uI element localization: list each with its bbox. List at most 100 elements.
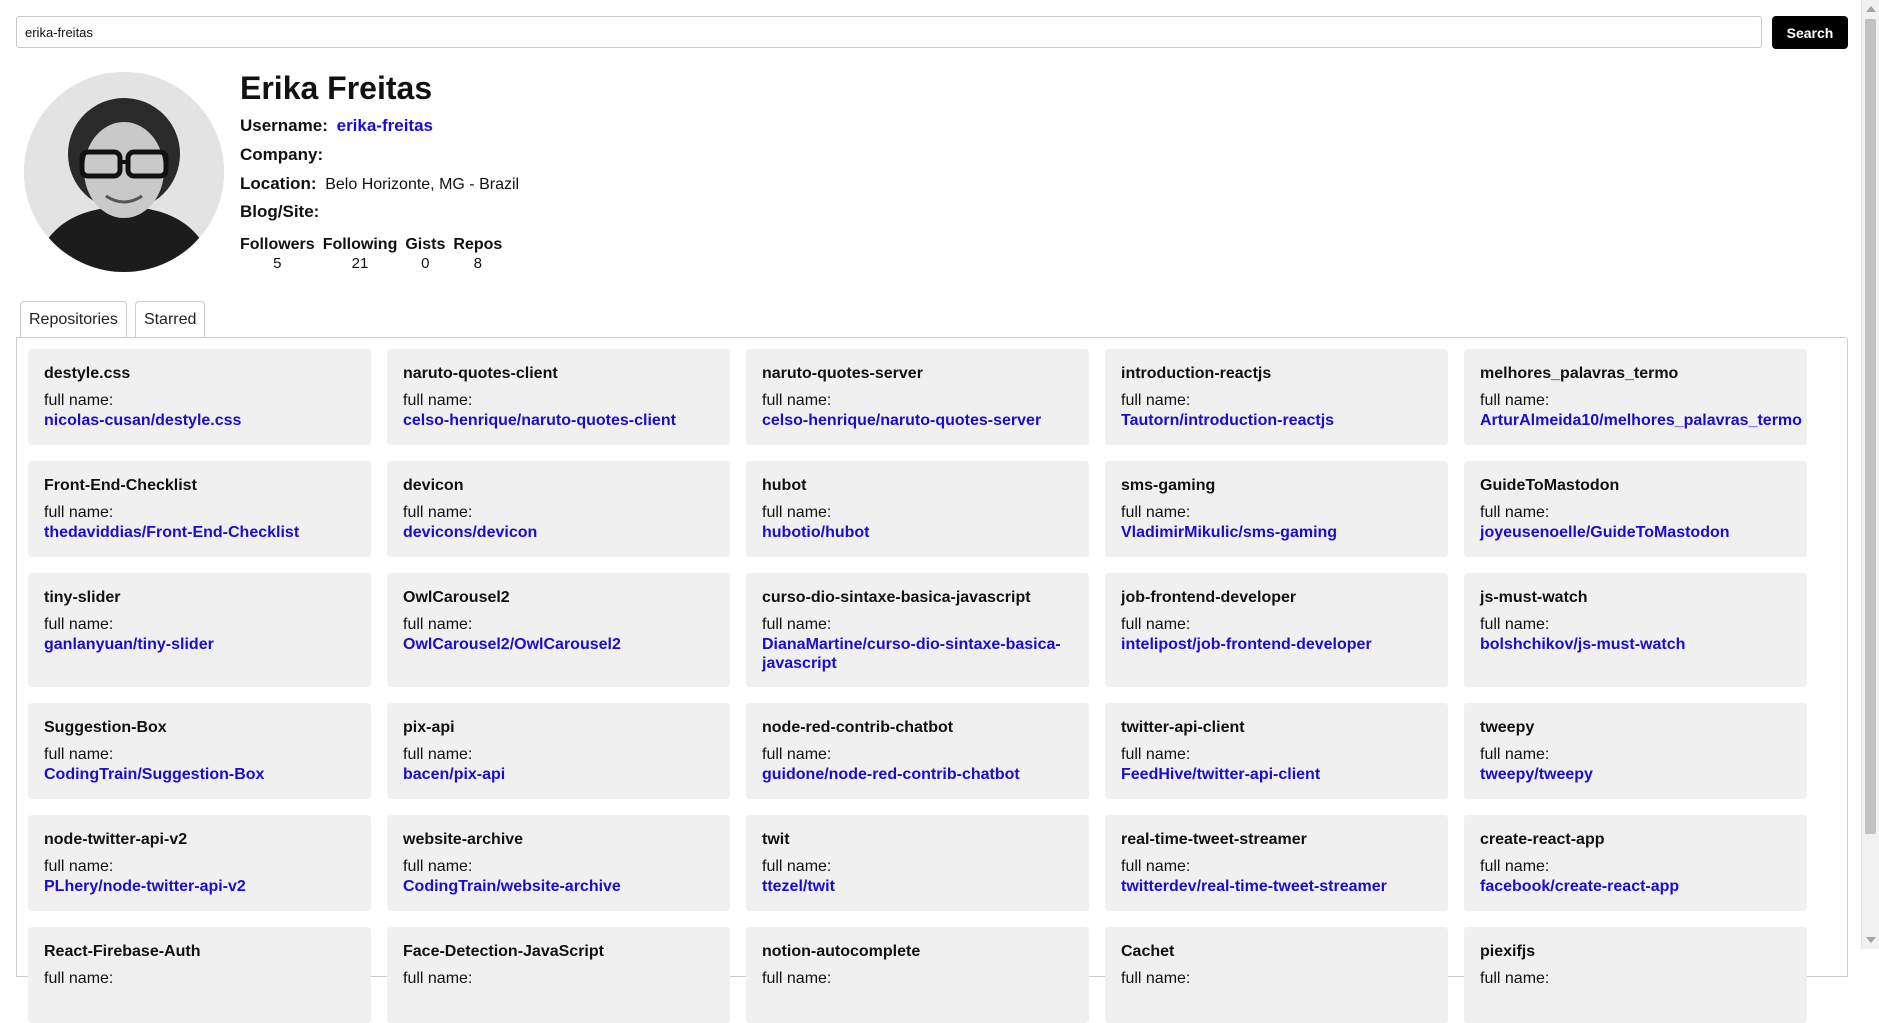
repo-card: job-frontend-developer full name: intelipo… [1105, 573, 1448, 687]
repo-full-name-link[interactable]: bolshchikov/js-must-watch [1480, 635, 1791, 654]
repo-name: naruto-quotes-client [403, 365, 558, 382]
repo-name: destyle.css [44, 365, 131, 382]
repo-card: twitter-api-client full name: FeedHive/twi… [1105, 703, 1448, 799]
repo-full-name-link[interactable]: intelipost/job-frontend-developer [1121, 635, 1432, 654]
repo-name: melhores_palavras_termo [1480, 365, 1679, 382]
full-name-label: full name: [403, 858, 473, 875]
repo-full-name-link[interactable]: celso-henrique/naruto-quotes-server [762, 411, 1073, 430]
location-value: Belo Horizonte, MG - Brazil [325, 176, 520, 193]
repo-card: hubot full name: hubotio/hubot [746, 461, 1089, 557]
repo-name: js-must-watch [1480, 589, 1588, 606]
repo-full-name-link[interactable]: facebook/create-react-app [1480, 877, 1791, 896]
repo-full-name-link[interactable]: joyeusenoelle/GuideToMastodon [1480, 523, 1791, 542]
repo-card: pix-api full name: bacen/pix-api [387, 703, 730, 799]
repo-name: node-twitter-api-v2 [44, 831, 188, 848]
repo-card: real-time-tweet-streamer full name: twitte… [1105, 815, 1448, 911]
repo-name: notion-autocomplete [762, 943, 921, 960]
repo-card: tiny-slider full name: ganlanyuan/tiny-sli… [28, 573, 371, 687]
full-name-label: full name: [1480, 858, 1550, 875]
repo-card: curso-dio-sintaxe-basica-javascript full … [746, 573, 1089, 687]
full-name-label: full name: [403, 970, 473, 987]
repo-full-name-link[interactable]: bacen/pix-api [403, 765, 714, 784]
full-name-label: full name: [762, 504, 832, 521]
repo-full-name-link[interactable]: guidone/node-red-contrib-chatbot [762, 765, 1073, 784]
repo-full-name-link[interactable]: ArturAlmeida10/melhores_palavras_termo [1480, 411, 1802, 430]
repo-card: sms-gaming full name: VladimirMikulic/sms-… [1105, 461, 1448, 557]
repo-name: sms-gaming [1121, 477, 1216, 494]
repo-full-name-link[interactable]: ttezel/twit [762, 877, 1073, 896]
repo-name: naruto-quotes-server [762, 365, 923, 382]
repo-card: js-must-watch full name: bolshchikov/js-mu… [1464, 573, 1807, 687]
repo-name: GuideToMastodon [1480, 477, 1620, 494]
repo-full-name-link[interactable]: CodingTrain/Suggestion-Box [44, 765, 355, 784]
repo-full-name-link[interactable]: PLhery/node-twitter-api-v2 [44, 877, 355, 896]
repo-name: twitter-api-client [1121, 719, 1245, 736]
search-input[interactable] [16, 16, 1762, 48]
repo-full-name-link[interactable]: celso-henrique/naruto-quotes-client [403, 411, 714, 430]
avatar-image [24, 72, 224, 272]
stat-value: 0 [421, 255, 430, 272]
tab-bar: Repositories Starred [20, 301, 206, 337]
full-name-label: full name: [762, 746, 832, 763]
repo-card: GuideToMastodon full name: joyeusenoelle/G… [1464, 461, 1807, 557]
repo-card: piexifjs full name: [1464, 927, 1807, 1023]
repo-card: devicon full name: devicons/devicon [387, 461, 730, 557]
full-name-label: full name: [403, 504, 473, 521]
repo-card: OwlCarousel2 full name: OwlCarousel2/OwlCa… [387, 573, 730, 687]
tab-repositories[interactable]: Repositories [20, 301, 127, 337]
repo-full-name-link[interactable]: FeedHive/twitter-api-client [1121, 765, 1432, 784]
repo-card: node-twitter-api-v2 full name: PLhery/node… [28, 815, 371, 911]
repo-card: tweepy full name: tweepy/tweepy [1464, 703, 1807, 799]
repo-full-name-link[interactable]: tweepy/tweepy [1480, 765, 1791, 784]
repo-name: OwlCarousel2 [403, 589, 510, 606]
repo-name: curso-dio-sintaxe-basica-javascript [762, 589, 1031, 606]
stat-following: Following 21 [323, 236, 398, 272]
stat-label: Gists [405, 236, 446, 253]
search-button[interactable]: Search [1772, 16, 1848, 49]
repo-full-name-link[interactable]: ganlanyuan/tiny-slider [44, 635, 355, 654]
repo-full-name-link[interactable]: Tautorn/introduction-reactjs [1121, 411, 1432, 430]
repo-full-name-link[interactable]: hubotio/hubot [762, 523, 1073, 542]
profile-stats: Followers 5 Following 21 Gists 0 Repos 8 [240, 236, 502, 272]
avatar [24, 72, 224, 272]
full-name-label: full name: [1121, 970, 1191, 987]
full-name-label: full name: [403, 392, 473, 409]
repo-full-name-link[interactable]: nicolas-cusan/destyle.css [44, 411, 355, 430]
repo-name: tiny-slider [44, 589, 121, 606]
full-name-label: full name: [403, 616, 473, 633]
username-link[interactable]: erika-freitas [337, 116, 433, 135]
location-label: Location: [240, 174, 317, 193]
profile-name: Erika Freitas [240, 70, 433, 106]
repo-name: website-archive [403, 831, 524, 848]
repo-full-name-link[interactable]: CodingTrain/website-archive [403, 877, 714, 896]
stat-repos: Repos 8 [453, 236, 502, 272]
repo-name: Suggestion-Box [44, 719, 167, 736]
scroll-up-arrow-icon[interactable] [1866, 6, 1876, 12]
repo-name: node-red-contrib-chatbot [762, 719, 954, 736]
repo-card: twit full name: ttezel/twit [746, 815, 1089, 911]
repo-full-name-link[interactable]: VladimirMikulic/sms-gaming [1121, 523, 1432, 542]
repo-full-name-link[interactable]: twitterdev/real-time-tweet-streamer [1121, 877, 1432, 896]
scroll-down-arrow-icon[interactable] [1866, 937, 1876, 943]
full-name-label: full name: [1121, 392, 1191, 409]
repo-full-name-link[interactable]: devicons/devicon [403, 523, 714, 542]
repo-name: Cachet [1121, 943, 1175, 960]
repo-full-name-link[interactable]: DianaMartine/curso-dio-sintaxe-basica-ja… [762, 635, 1073, 673]
full-name-label: full name: [1480, 504, 1550, 521]
full-name-label: full name: [44, 616, 114, 633]
scroll-thumb[interactable] [1865, 19, 1876, 834]
username-row: Username: erika-freitas [240, 116, 433, 136]
full-name-label: full name: [1121, 616, 1191, 633]
tab-starred[interactable]: Starred [134, 301, 206, 337]
repo-card: destyle.css full name: nicolas-cusan/desty… [28, 349, 371, 445]
repo-full-name-link[interactable]: OwlCarousel2/OwlCarousel2 [403, 635, 714, 654]
company-label: Company: [240, 145, 324, 164]
repo-full-name-link[interactable]: thedaviddias/Front-End-Checklist [44, 523, 355, 542]
vertical-scrollbar[interactable] [1861, 0, 1879, 949]
location-row: Location: Belo Horizonte, MG - Brazil [240, 174, 519, 194]
blog-row: Blog/Site: [240, 202, 323, 222]
stat-value: 5 [273, 255, 282, 272]
blog-label: Blog/Site: [240, 202, 320, 221]
repo-name: hubot [762, 477, 807, 494]
repo-card: naruto-quotes-server full name: celso-henr… [746, 349, 1089, 445]
